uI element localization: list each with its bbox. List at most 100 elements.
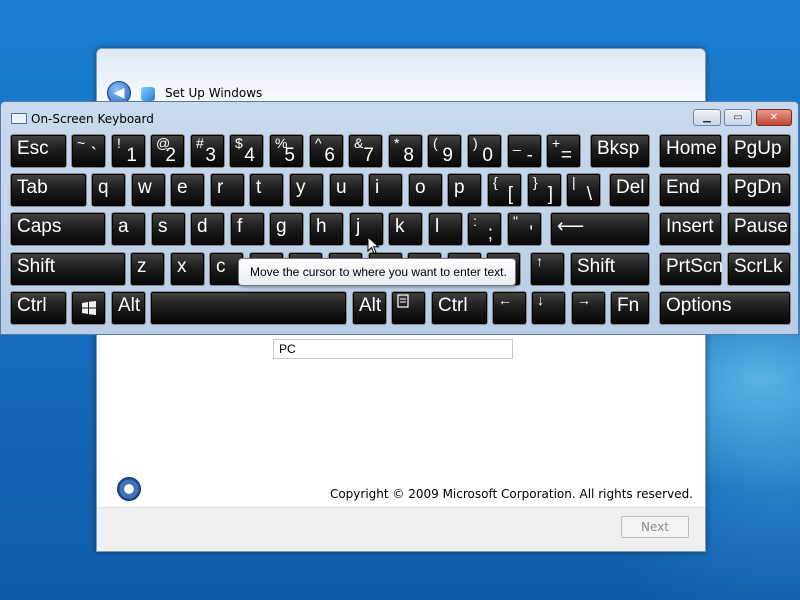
key-e[interactable]: e [170,173,205,207]
key-number-6[interactable]: ^ 6 [309,134,344,168]
key-bracket-1[interactable]: }] [527,173,562,207]
key-x[interactable]: x [170,252,205,286]
key-esc[interactable]: Esc [10,134,67,168]
key-enter[interactable]: ⟵ [550,212,650,246]
key-arrow-left[interactable]: ← [492,291,527,325]
key-pgup[interactable]: PgUp [727,134,791,168]
close-button[interactable]: ✕ [756,109,792,126]
key-shift-left[interactable]: Shift [10,252,126,286]
key-symbol: 7 [363,145,374,166]
key-label: j [356,216,361,237]
key-label: Esc [17,138,49,159]
key-d[interactable]: d [190,212,225,246]
key-number-12[interactable]: + = [546,134,581,168]
windows-logo-icon [82,301,96,315]
key-ctrl-right[interactable]: Ctrl [431,291,488,325]
key-h[interactable]: h [309,212,344,246]
key-z[interactable]: z [130,252,165,286]
key-i[interactable]: i [368,173,403,207]
osk-title: On-Screen Keyboard [31,112,154,126]
key-r[interactable]: r [210,173,245,207]
maximize-button[interactable]: ▭ [724,109,752,126]
key-punct-1[interactable]: " ' [507,212,542,246]
key-shift-symbol: + [552,135,561,151]
key-caps[interactable]: Caps [10,212,106,246]
key-label: Pause [734,216,788,237]
key-alt-right[interactable]: Alt [352,291,387,325]
key-tab[interactable]: Tab [10,173,87,207]
key-number-1[interactable]: ! 1 [111,134,146,168]
key-number-8[interactable]: * 8 [388,134,423,168]
key-scrlk[interactable]: ScrLk [727,252,791,286]
key-menu[interactable] [391,291,426,325]
key-label: Del [616,177,645,198]
osk-titlebar[interactable]: On-Screen Keyboard ▁ ▭ ✕ [1,102,798,132]
next-button[interactable]: Next [621,516,689,538]
key-arrow-right[interactable]: → [571,291,606,325]
key-bracket-2[interactable]: | \ [566,173,601,207]
computer-name-input[interactable] [273,339,513,359]
key-shift-symbol: ! [117,135,121,151]
key-g[interactable]: g [269,212,304,246]
key-label: Tab [17,177,48,198]
ease-of-access-icon[interactable] [117,477,141,501]
key-t[interactable]: t [249,173,284,207]
key-number-4[interactable]: $4 [229,134,264,168]
key-bracket-0[interactable]: {[ [487,173,522,207]
key-number-0[interactable]: ~ ` [71,134,106,168]
key-prtscn[interactable]: PrtScn [659,252,723,286]
key-number-10[interactable]: ) 0 [467,134,502,168]
key-fn[interactable]: Fn [610,291,650,325]
key-alt-left[interactable]: Alt [111,291,146,325]
key-symbol: 2 [165,145,176,166]
key-options[interactable]: Options [659,291,791,325]
key-shift-symbol: " [513,213,518,229]
key-end[interactable]: End [659,173,722,207]
key-punct-0[interactable]: :; [467,212,502,246]
tooltip: Move the cursor to where you want to ent… [238,258,516,286]
key-l[interactable]: l [428,212,463,246]
key-backspace[interactable]: Bksp [590,134,650,168]
key-q[interactable]: q [91,173,126,207]
key-u[interactable]: u [329,173,364,207]
key-shift-symbol: } [533,174,538,190]
key-f[interactable]: f [230,212,265,246]
key-label: x [177,256,187,277]
key-symbol: 6 [324,145,335,166]
key-symbol: ; [487,223,493,244]
key-insert[interactable]: Insert [659,212,722,246]
key-label: a [118,216,129,237]
key-pgdn[interactable]: PgDn [727,173,791,207]
key-label: Insert [666,216,714,237]
key-del[interactable]: Del [609,173,650,207]
key-number-2[interactable]: @2 [150,134,185,168]
key-s[interactable]: s [151,212,186,246]
key-a[interactable]: a [111,212,146,246]
key-ctrl-left[interactable]: Ctrl [10,291,67,325]
key-number-7[interactable]: & 7 [348,134,383,168]
key-label: Shift [17,256,56,277]
key-arrow-up[interactable]: ↑ [530,252,565,286]
key-windows[interactable] [71,291,106,325]
key-k[interactable]: k [388,212,423,246]
key-symbol: 3 [205,145,216,166]
key-pause[interactable]: Pause [727,212,791,246]
key-number-5[interactable]: % 5 [269,134,304,168]
key-y[interactable]: y [289,173,324,207]
key-label: f [237,216,243,237]
key-arrow-down[interactable]: ↓ [531,291,566,325]
key-shift-right[interactable]: Shift [570,252,650,286]
key-number-11[interactable]: _ - [507,134,542,168]
up-arrow-icon: ↑ [536,253,543,269]
key-home[interactable]: Home [659,134,722,168]
key-number-3[interactable]: #3 [190,134,225,168]
key-o[interactable]: o [408,173,443,207]
minimize-button[interactable]: ▁ [693,109,721,126]
key-w[interactable]: w [131,173,166,207]
key-label: o [415,177,426,198]
key-space[interactable] [150,291,347,325]
key-p[interactable]: p [447,173,482,207]
key-number-9[interactable]: (9 [427,134,462,168]
key-shift-symbol: _ [513,135,521,151]
key-label: Ctrl [17,295,47,316]
